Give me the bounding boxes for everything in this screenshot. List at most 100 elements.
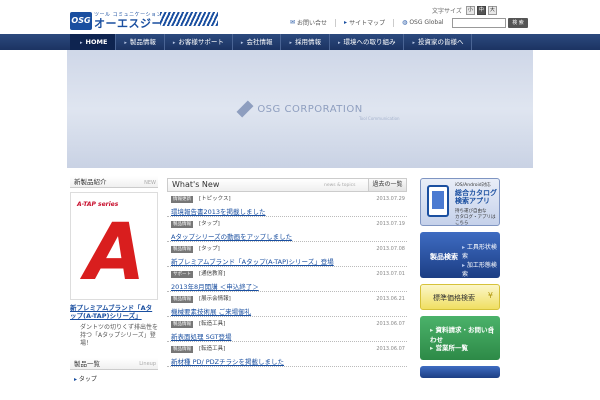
news-link[interactable]: 新材種 PD/ PDZチラシを掲載しました	[171, 356, 284, 366]
whats-new-subtitle: news & topics	[324, 183, 356, 188]
news-archive-button[interactable]: 過去の一覧	[368, 179, 406, 191]
news-date: 2013.06.07	[376, 321, 405, 327]
nav-recruit[interactable]: 採用情報	[281, 34, 330, 50]
mail-icon: ✉	[290, 19, 296, 26]
nav-investors[interactable]: 投資家の皆様へ	[404, 34, 473, 50]
news-tag: サポート	[171, 271, 193, 278]
atap-promo-description: ダントツの切りくず排出性を持つ「Aタップシリーズ」登場！	[80, 324, 159, 347]
utility-divider	[335, 18, 337, 27]
header-stripes-decoration	[160, 12, 218, 26]
search-button[interactable]: 検 索	[508, 18, 528, 28]
hero-banner: OSG CORPORATION Tool Communication	[67, 50, 533, 168]
whats-new-header: What's New news & topics 過去の一覧	[167, 178, 407, 192]
whats-new-title: What's New	[172, 180, 220, 189]
news-item: サポート [通信教育] 2013.07.01 2013年8月開講 ＜申込終了＞	[167, 267, 407, 292]
site-search: 検 索	[452, 18, 528, 28]
atap-series-label: A-TAP series	[77, 201, 119, 208]
nav-support[interactable]: お客様サポート	[165, 34, 233, 50]
logo-name: オーエスジー	[94, 17, 163, 30]
product-search-label: 製品検索	[430, 253, 458, 261]
catalog-app-banner[interactable]: iOS/Android対応 総合カタログ 検索アプリ 持ち運び自由な カタログ・…	[420, 178, 500, 226]
osg-mark-icon	[237, 101, 253, 117]
nav-company[interactable]: 会社情報	[233, 34, 282, 50]
news-date: 2013.06.21	[376, 296, 405, 302]
atap-promo-image[interactable]: A-TAP series A	[70, 192, 158, 300]
news-category: [転造工具]	[199, 321, 226, 327]
hero-tagline: Tool Communication	[359, 116, 400, 121]
nav-environment[interactable]: 環境への取り組み	[330, 34, 405, 50]
site-header: OSG ツール コミュニケーション オーエスジー 文字サイズ 小 中 大 ✉ お…	[0, 0, 600, 34]
news-item: 情報更新 [トピックス] 2013.07.29 環境報告書2013を掲載しました	[167, 192, 407, 217]
global-nav: HOME 製品情報 お客様サポート 会社情報 採用情報 環境への取り組み 投資家…	[0, 34, 600, 50]
news-tag: 製品情報	[171, 346, 193, 353]
machining-type-search-link[interactable]: 加工形態検索	[462, 260, 500, 278]
sales-office-link[interactable]: 営業所一覧	[430, 342, 469, 352]
yen-icon: ¥	[487, 291, 493, 300]
news-date: 2013.07.01	[376, 271, 405, 277]
news-category: [通信教育]	[199, 271, 226, 277]
utility-divider	[393, 18, 395, 27]
news-link[interactable]: 新表面処理 SGT登場	[171, 331, 231, 341]
sitemap-link[interactable]: ▸ サイトマップ	[344, 18, 385, 27]
tool-shape-search-link[interactable]: 工具形状検索	[462, 242, 500, 260]
text-size-control: 文字サイズ 小 中 大	[432, 6, 497, 15]
news-date: 2013.07.19	[376, 221, 405, 227]
lineup-label: Lineup	[139, 361, 156, 367]
sitemap-link-label: サイトマップ	[349, 20, 386, 27]
news-date: 2013.07.08	[376, 246, 405, 252]
catalog-desc-line2: カタログ・アプリはこちら	[455, 215, 496, 226]
news-link[interactable]: 2013年8月開講 ＜申込終了＞	[171, 281, 259, 291]
nav-products[interactable]: 製品情報	[116, 34, 165, 50]
news-category: [タップ]	[199, 246, 220, 252]
news-item: 製品情報 [展示会情報] 2013.06.21 機械要素技術展 ご来場御礼	[167, 292, 407, 317]
products-header: 製品一覧 Lineup	[70, 358, 158, 370]
catalog-app-description: 持ち運び自由な カタログ・アプリはこちら	[455, 209, 499, 226]
price-search-banner[interactable]: 標準価格検索 ¥	[420, 284, 500, 310]
bottom-banner[interactable]	[420, 366, 500, 378]
globe-icon: ◍	[402, 19, 408, 26]
contact-link[interactable]: ✉ お問い合せ	[290, 18, 327, 27]
atap-promo-link[interactable]: 新プレミアムブランド「Aタップ(A-TAP)シリーズ」	[70, 304, 158, 320]
news-category: [展示会情報]	[199, 296, 231, 302]
utility-links: ✉ お問い合せ ▸ サイトマップ ◍ OSG Global	[290, 18, 444, 27]
global-link[interactable]: ◍ OSG Global	[402, 19, 443, 26]
new-products-title: 新製品紹介	[74, 178, 107, 186]
news-tag: 情報更新	[171, 196, 193, 203]
news-tag: 製品情報	[171, 221, 193, 228]
news-tag: 製品情報	[171, 296, 193, 303]
logo-text: ツール コミュニケーション オーエスジー	[94, 11, 163, 30]
text-size-large-button[interactable]: 大	[487, 6, 497, 15]
news-link[interactable]: 環境報告書2013を掲載しました	[171, 206, 266, 216]
news-tag: 製品情報	[171, 321, 193, 328]
product-item-tap[interactable]: タップ	[70, 374, 158, 383]
text-size-medium-button[interactable]: 中	[476, 6, 486, 15]
right-column: iOS/Android対応 総合カタログ 検索アプリ 持ち運び自由な カタログ・…	[420, 178, 500, 384]
news-category: [転造工具]	[199, 346, 226, 352]
news-item: 製品情報 [転造工具] 2013.06.07 新材種 PD/ PDZチラシを掲載…	[167, 342, 407, 367]
news-item: 製品情報 [タップ] 2013.07.08 新プレミアムブランド「Aタップ(A-…	[167, 242, 407, 267]
atap-logo-letter: A	[85, 208, 146, 298]
request-info-link[interactable]: 資料請求・お問い合わせ	[430, 324, 500, 344]
catalog-desc-line1: 持ち運び自由な	[455, 209, 487, 214]
news-item: 製品情報 [転造工具] 2013.06.07 新表面処理 SGT登場	[167, 317, 407, 342]
site-logo[interactable]: OSG ツール コミュニケーション オーエスジー	[70, 6, 163, 30]
logo-mark: OSG	[70, 12, 92, 30]
sitemap-icon: ▸	[344, 19, 348, 26]
catalog-platform-label: iOS/Android対応	[455, 183, 491, 188]
news-category: [トピックス]	[199, 196, 231, 202]
news-link[interactable]: Aタップシリーズの動画をアップしました	[171, 231, 292, 241]
text-size-small-button[interactable]: 小	[465, 6, 475, 15]
news-date: 2013.06.07	[376, 346, 405, 352]
contact-banner: 資料請求・お問い合わせ 営業所一覧 i	[420, 316, 500, 360]
product-search-banner: 製品検索 工具形状検索 加工形態検索	[420, 232, 500, 278]
search-input[interactable]	[452, 18, 506, 28]
news-link[interactable]: 機械要素技術展 ご来場御礼	[171, 306, 251, 316]
price-search-label: 標準価格検索	[433, 294, 475, 302]
catalog-title-line2: 検索アプリ	[455, 197, 490, 205]
nav-home[interactable]: HOME	[70, 34, 117, 50]
hero-logo: OSG CORPORATION	[237, 101, 362, 117]
whats-new-panel: What's New news & topics 過去の一覧 情報更新 [トピッ…	[167, 178, 407, 367]
text-size-label: 文字サイズ	[432, 8, 462, 15]
catalog-app-title: 総合カタログ 検索アプリ	[455, 189, 497, 205]
news-link[interactable]: 新プレミアムブランド「Aタップ(A-TAP)シリーズ」登場	[171, 256, 334, 266]
